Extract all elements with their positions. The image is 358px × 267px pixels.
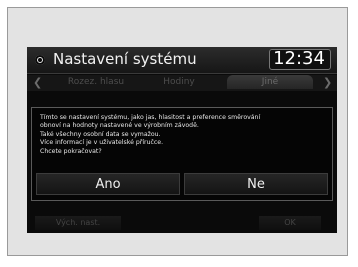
dialog-line: Také všechny osobní data se vymažou. [40,130,161,138]
tab-voice-recognition[interactable]: Rozez. hlasu [57,77,135,87]
gear-icon [35,55,45,65]
infotainment-screen: Nastavení systému 12:34 ❮ Rozez. hlasu H… [27,47,337,233]
tab-other[interactable]: Jiné [227,75,313,89]
yes-button[interactable]: Ano [36,173,180,195]
dialog-line: Více informací je v uživatelské příručce… [40,139,164,147]
chevron-right-icon[interactable]: ❯ [323,76,332,89]
bottom-bar: Vých. nast. OK [27,215,337,233]
title-bar: Nastavení systému 12:34 [27,47,337,74]
tab-bar: ❮ Rozez. hlasu Hodiny Jiné ❯ [27,75,337,91]
ok-button[interactable]: OK [259,216,321,230]
tab-clock[interactable]: Hodiny [139,77,219,87]
clock-box: 12:34 [269,48,331,70]
confirm-dialog: Tímto se nastavení systému, jako jas, hl… [31,107,333,201]
factory-reset-button[interactable]: Vých. nast. [35,216,121,230]
screen-title: Nastavení systému [53,50,197,68]
no-button[interactable]: Ne [184,173,328,195]
chevron-left-icon[interactable]: ❮ [33,76,42,89]
clock: 12:34 [273,48,325,69]
dialog-message: Tímto se nastavení systému, jako jas, hl… [40,114,330,156]
dialog-line: Chcete pokračovat? [40,147,102,155]
dialog-line: obnoví na hodnoty nastavené ve výrobním … [40,122,199,130]
